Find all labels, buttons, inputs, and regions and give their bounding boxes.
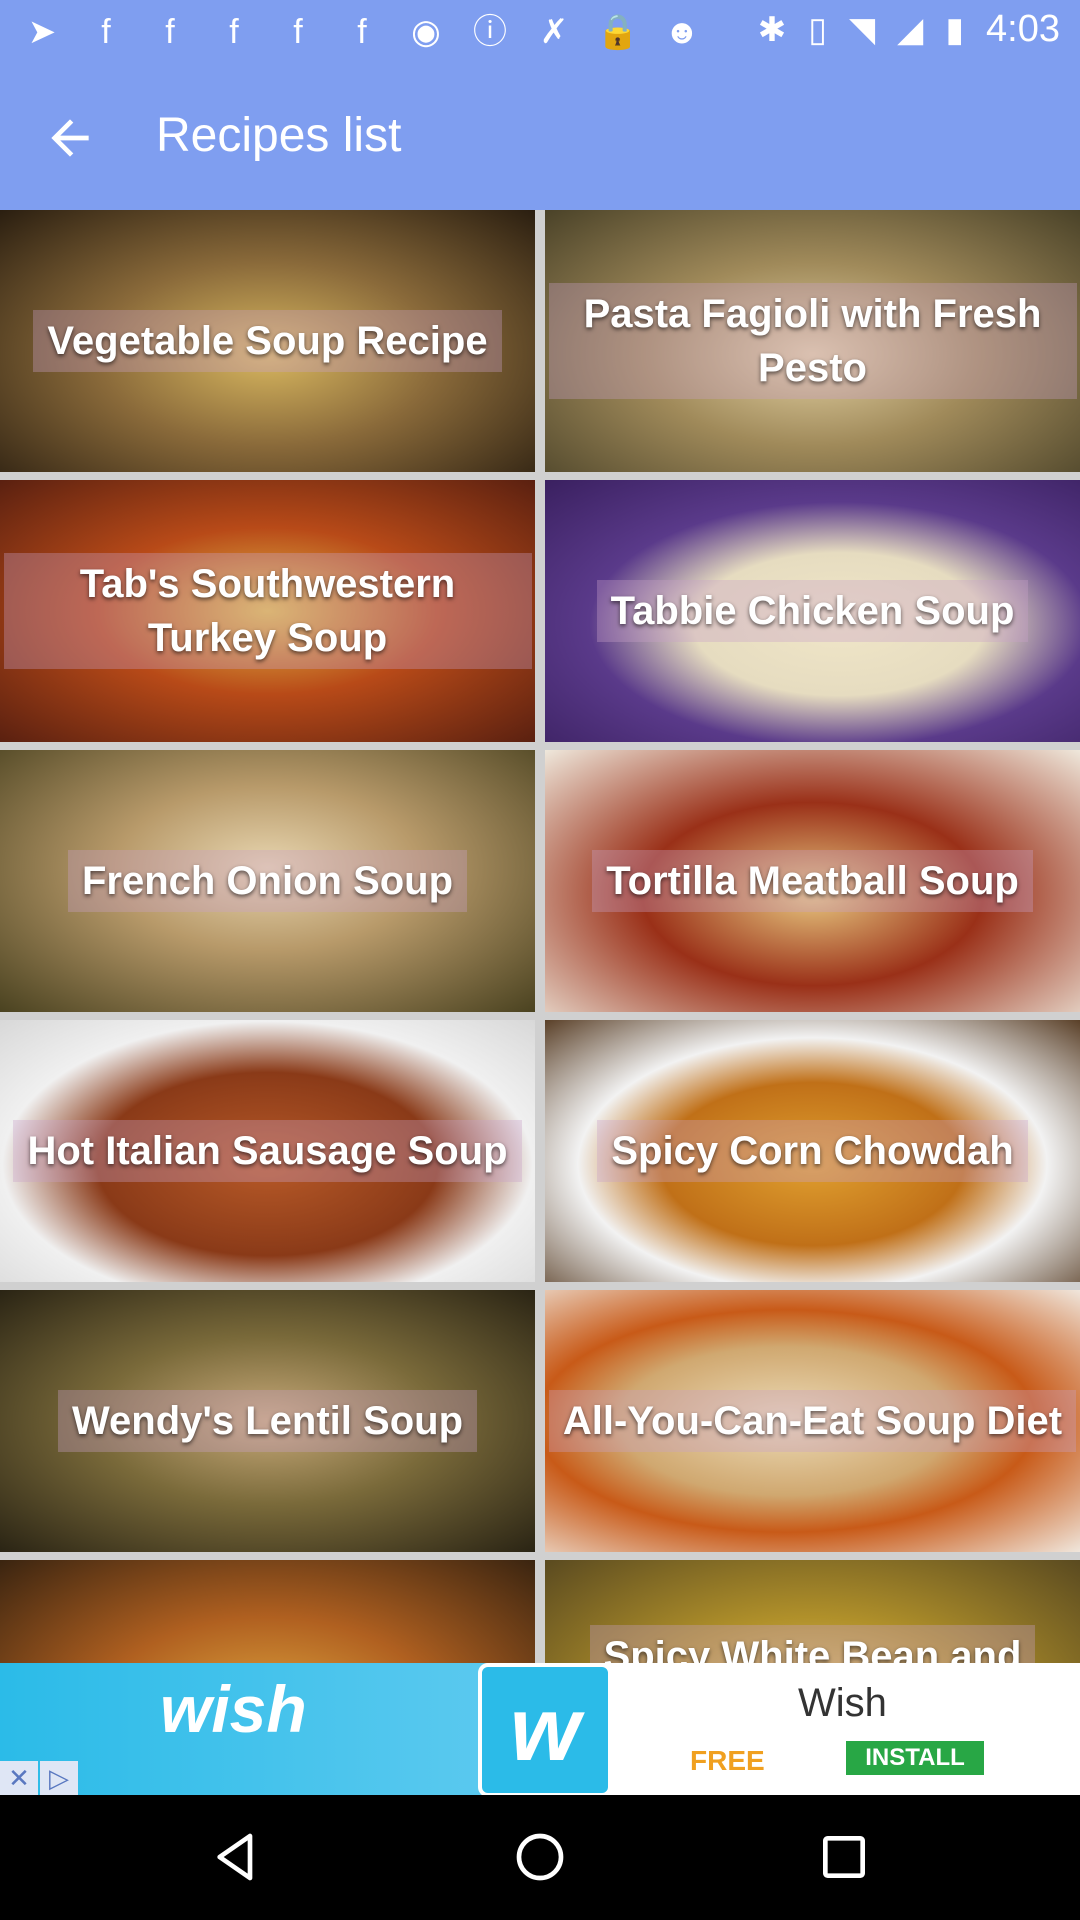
recipe-card[interactable]: Hot Italian Sausage Soup (0, 1020, 535, 1282)
recipe-title: Hot Italian Sausage Soup (13, 1120, 522, 1182)
close-icon[interactable]: ✕ (0, 1761, 38, 1795)
clock: 4:03 (986, 8, 1060, 50)
arrow-left-icon (51, 119, 89, 157)
battery-icon: ▮ (945, 10, 965, 49)
ad-price: FREE (690, 1745, 765, 1776)
recipe-card[interactable]: Vegetable Soup Recipe (0, 210, 535, 472)
page-title: Recipes list (156, 109, 402, 162)
recipe-image (0, 1560, 535, 1663)
fb-icon: f (229, 13, 239, 51)
recipe-card[interactable]: Pasta Fagioli with Fresh Pesto (545, 210, 1080, 472)
recipe-card[interactable]: Tab's Southwestern Turkey Soup (0, 480, 535, 742)
nav-home-button[interactable] (508, 1825, 572, 1889)
back-triangle-icon (217, 1833, 253, 1881)
recipe-title: Tabbie Chicken Soup (596, 580, 1029, 642)
status-icons-right: ✱ ▯ ◥ ◢ ▮ 4:03 (758, 8, 1060, 51)
recipe-card[interactable]: Spicy Corn Chowdah (545, 1020, 1080, 1282)
system-nav-bar (0, 1795, 1080, 1920)
fb-icon: f (101, 13, 111, 51)
app-bar: Recipes list (0, 64, 1080, 210)
recipe-title: Tab's Southwestern Turkey Soup (3, 553, 532, 669)
ad-app-name: Wish (798, 1681, 887, 1725)
recipe-card[interactable]: French Onion Soup (0, 750, 535, 1012)
recipe-title: Spicy White Bean and (589, 1625, 1036, 1663)
wish-app-icon: w (478, 1663, 612, 1797)
no-signal-icon: ✗ (539, 13, 569, 51)
status-icons-left: ➤ f f f f f ◉ ⓘ ✗ 🔒 ☻ (20, 10, 704, 54)
recipe-title: Vegetable Soup Recipe (33, 310, 502, 372)
bluetooth-icon: ✱ (757, 10, 787, 49)
ad-banner[interactable]: wish w Wish FREE INSTALL ✕ ▷ (0, 1663, 1080, 1797)
info-icon: ⓘ (473, 13, 507, 51)
cellular-icon: ◢ (897, 10, 924, 49)
recipe-card[interactable]: Tortilla Meatball Soup (545, 750, 1080, 1012)
recipe-title: All-You-Can-Eat Soup Diet (548, 1390, 1077, 1452)
recipe-card[interactable] (0, 1560, 535, 1663)
nav-recents-button[interactable] (812, 1825, 876, 1889)
fb-icon: f (165, 13, 175, 51)
recipe-grid: Vegetable Soup Recipe Pasta Fagioli with… (0, 210, 1080, 1663)
recents-square-icon (823, 1836, 865, 1878)
recipe-title: French Onion Soup (67, 850, 468, 912)
back-button[interactable] (34, 102, 106, 174)
status-bar: ➤ f f f f f ◉ ⓘ ✗ 🔒 ☻ ✱ ▯ ◥ ◢ ▮ 4:03 (0, 0, 1080, 64)
recipe-title: Pasta Fagioli with Fresh Pesto (548, 283, 1077, 399)
fb-icon: f (357, 13, 367, 51)
recipe-card[interactable]: Tabbie Chicken Soup (545, 480, 1080, 742)
record-icon: ◉ (411, 13, 441, 51)
wish-logo: wish (160, 1672, 307, 1746)
adchoices-icon[interactable]: ▷ (40, 1761, 78, 1795)
navigation-icon: ➤ (27, 13, 57, 51)
lock-icon: 🔒 (596, 13, 640, 51)
install-button[interactable]: INSTALL (846, 1741, 984, 1775)
wifi-icon: ◥ (849, 10, 876, 49)
home-circle-icon (516, 1833, 564, 1881)
recipe-card[interactable]: Spicy White Bean and (545, 1560, 1080, 1663)
vibrate-icon: ▯ (808, 10, 827, 49)
android-icon: ☻ (664, 13, 700, 51)
recipe-card[interactable]: All-You-Can-Eat Soup Diet (545, 1290, 1080, 1552)
ad-controls: ✕ ▷ (0, 1761, 80, 1795)
fb-icon: f (293, 13, 303, 51)
nav-back-button[interactable] (204, 1825, 268, 1889)
recipe-title: Wendy's Lentil Soup (57, 1390, 477, 1452)
recipe-card[interactable]: Wendy's Lentil Soup (0, 1290, 535, 1552)
recipe-title: Spicy Corn Chowdah (597, 1120, 1028, 1182)
recipe-title: Tortilla Meatball Soup (592, 850, 1033, 912)
